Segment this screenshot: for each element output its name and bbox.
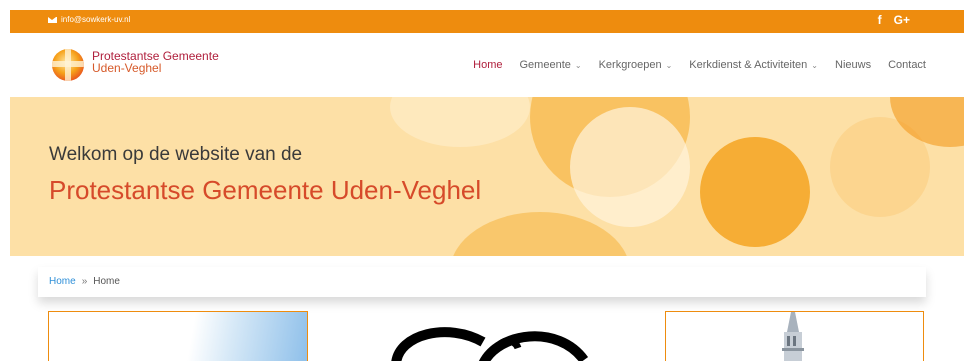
breadcrumb: Home » Home — [38, 267, 926, 297]
hero-title: Protestantse Gemeente Uden-Veghel — [49, 175, 482, 205]
feature-card-sky-image[interactable] — [48, 311, 308, 361]
chevron-down-icon: ⌄ — [574, 61, 582, 70]
social-links: f G+ — [878, 13, 910, 27]
email-text: info@sowkerk-uv.nl — [61, 15, 131, 24]
mail-icon — [48, 16, 57, 23]
nav-item-contact[interactable]: Contact — [888, 59, 926, 71]
google-plus-icon[interactable]: G+ — [894, 13, 910, 27]
knot-logo-image[interactable] — [388, 324, 588, 361]
hero-subtitle: Welkom op de website van de — [49, 144, 303, 165]
hero-decoration — [570, 107, 690, 227]
nav-item-nieuws[interactable]: Nieuws — [835, 59, 871, 71]
breadcrumb-separator: » — [81, 276, 88, 287]
church-tower-image — [782, 312, 804, 361]
hero-decoration — [700, 137, 810, 247]
nav-item-kerkgroepen-label: Kerkgroepen — [598, 59, 662, 71]
nav-item-kerkdienst[interactable]: Kerkdienst & Activiteiten ⌄ — [689, 59, 818, 71]
brand-line-2: Uden-Veghel — [92, 61, 162, 75]
breadcrumb-home-link[interactable]: Home — [49, 276, 76, 287]
feature-card-church-image[interactable] — [665, 311, 924, 361]
site-brand[interactable]: Protestantse Gemeente Uden-Veghel — [92, 50, 219, 74]
email-link[interactable]: info@sowkerk-uv.nl — [48, 15, 130, 24]
church-logo-icon[interactable] — [52, 49, 84, 81]
main-nav: Home Gemeente ⌄ Kerkgroepen ⌄ Kerkdienst &… — [473, 59, 926, 71]
breadcrumb-current: Home — [93, 276, 120, 287]
top-bar: info@sowkerk-uv.nl f G+ — [10, 10, 964, 33]
nav-item-home[interactable]: Home — [473, 59, 502, 71]
site-header: Protestantse Gemeente Uden-Veghel Home G… — [10, 33, 964, 97]
nav-item-kerkdienst-label: Kerkdienst & Activiteiten — [689, 59, 808, 71]
facebook-icon[interactable]: f — [878, 13, 882, 27]
chevron-down-icon: ⌄ — [665, 61, 673, 70]
hero-banner: Welkom op de website van de Protestantse… — [10, 97, 964, 256]
nav-item-kerkgroepen[interactable]: Kerkgroepen ⌄ — [599, 59, 673, 71]
chevron-down-icon: ⌄ — [811, 61, 818, 70]
hero-decoration — [390, 97, 530, 147]
nav-item-gemeente-label: Gemeente — [519, 59, 571, 71]
nav-item-gemeente[interactable]: Gemeente ⌄ — [520, 59, 582, 71]
